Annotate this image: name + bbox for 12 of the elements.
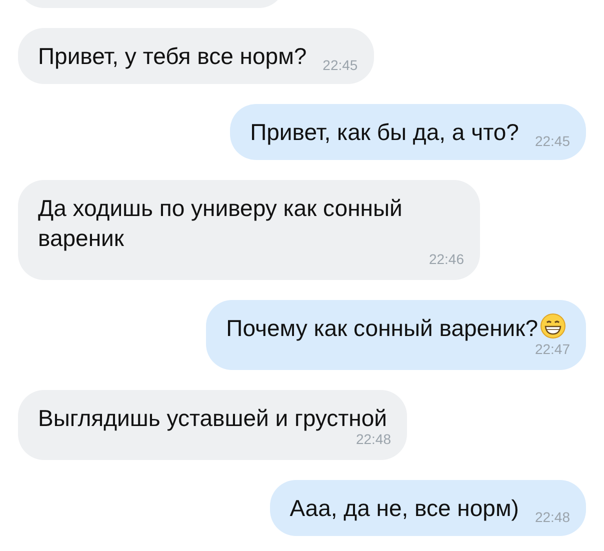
- message-time: 22:47: [534, 341, 570, 357]
- message-text: Да ходишь по универу как сонный вареник: [38, 194, 404, 253]
- message-text: Выглядишь уставшей и грустной: [38, 404, 388, 433]
- message-text: Почему как сонный вареник?: [226, 313, 570, 343]
- message-time: 22:46: [428, 251, 464, 267]
- message-time: 22:48: [534, 509, 570, 525]
- message-time: 22:45: [322, 57, 358, 73]
- message-text: Привет, у тебя все норм?: [38, 42, 308, 71]
- message-time: 22:48: [356, 431, 392, 447]
- message-text: Ааа, да не, все норм): [290, 494, 520, 523]
- message-text: Привет, как бы да, а что?: [250, 118, 520, 147]
- message-time: 22:45: [534, 133, 570, 149]
